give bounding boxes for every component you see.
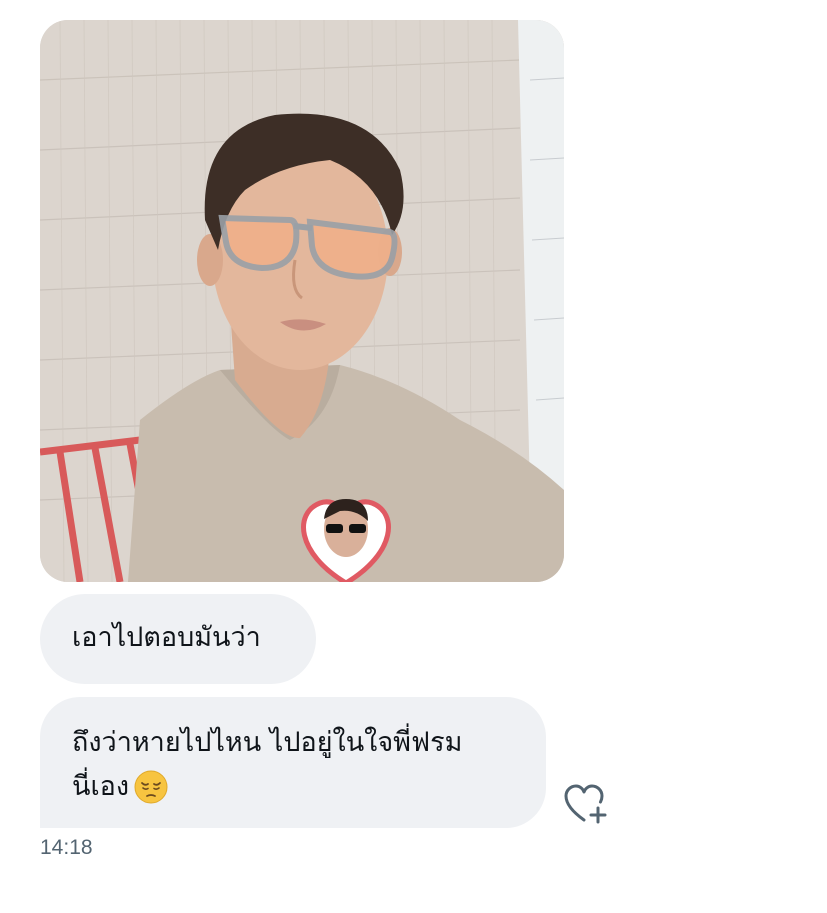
message-text-line: ถึงว่าหายไปไหน ไปอยู่ในใจพี่ฟรม — [72, 727, 463, 758]
message-text: นี่เอง — [72, 771, 130, 802]
shared-photo[interactable] — [40, 20, 564, 582]
message-text-line-2: นี่เอง — [72, 765, 514, 809]
message-timestamp: 14:18 — [40, 836, 93, 859]
photo-illustration — [40, 20, 564, 582]
message-text: เอาไปตอบมันว่า — [72, 622, 261, 653]
message-bubble[interactable]: ถึงว่าหายไปไหน ไปอยู่ในใจพี่ฟรม นี่เอง — [40, 697, 546, 828]
pensive-face-icon — [134, 770, 168, 804]
message-bubble[interactable]: เอาไปตอบมันว่า — [40, 594, 316, 684]
heart-plus-icon — [564, 784, 607, 824]
add-reaction-button[interactable] — [562, 782, 610, 826]
